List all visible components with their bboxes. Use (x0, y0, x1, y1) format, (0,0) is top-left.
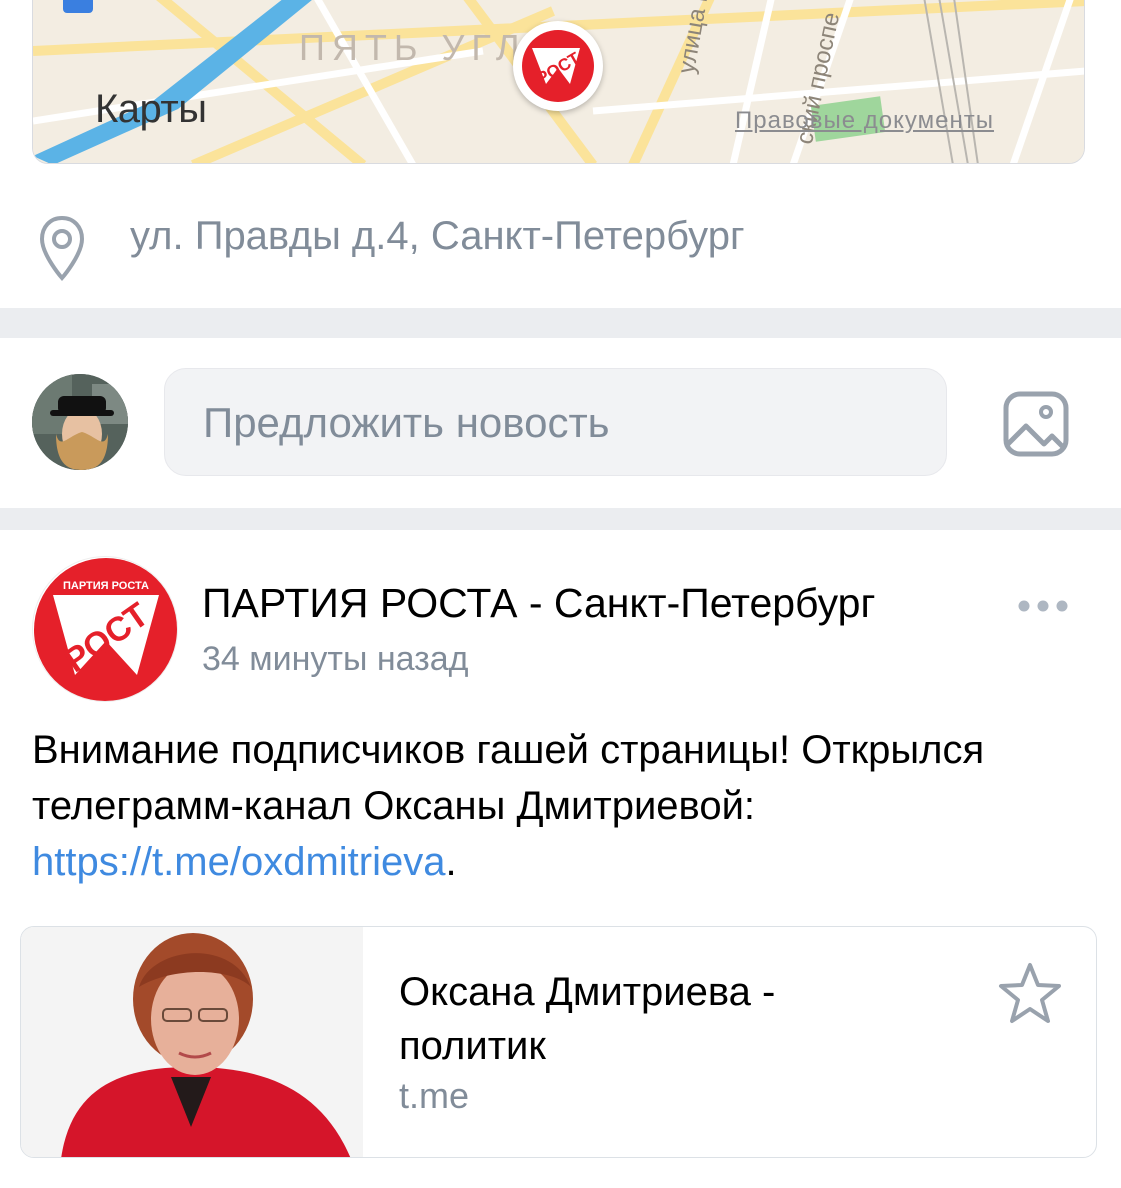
more-dots-icon[interactable] (1016, 596, 1070, 616)
group-avatar[interactable]: ПАРТИЯ РОСТА РОСТ (32, 556, 178, 702)
svg-text:ПАРТИЯ РОСТА: ПАРТИЯ РОСТА (63, 580, 149, 592)
link-preview-card[interactable]: Оксана Дмитриева - политик t.me (20, 926, 1097, 1158)
section-separator (0, 308, 1121, 338)
portrait-image (21, 927, 363, 1157)
link-domain: t.me (399, 1075, 470, 1116)
post-text-end: . (445, 840, 457, 884)
post-body: Внимание подписчиков гашей страницы! Отк… (32, 722, 1092, 890)
link-thumbnail (21, 927, 363, 1157)
suggest-news-placeholder: Предложить новость (203, 399, 610, 446)
map-pin-logo[interactable]: РОСТ (513, 21, 603, 111)
district-label: ПЯТЬ УГЛ (299, 27, 527, 68)
link-title: Оксана Дмитриева - политик (399, 970, 776, 1068)
rost-logo-icon: РОСТ (522, 30, 594, 102)
group-name-link[interactable]: ПАРТИЯ РОСТА - Санкт-Петербург (202, 580, 875, 627)
map-preview[interactable]: Карты ПЯТЬ УГЛ улица М ский проспе Право… (32, 0, 1085, 164)
telegram-link[interactable]: https://t.me/oxdmitrieva (32, 840, 445, 884)
suggest-news-input[interactable]: Предложить новость (164, 368, 947, 476)
location-pin-icon (39, 215, 85, 282)
post-timestamp[interactable]: 34 минуты назад (202, 640, 469, 679)
section-separator (0, 508, 1121, 530)
maps-label: Карты (95, 87, 207, 131)
address-text: ул. Правды д.4, Санкт-Петербург (130, 214, 745, 258)
post-text: Внимание подписчиков гашей страницы! Отк… (32, 728, 985, 828)
avatar-image (32, 374, 128, 470)
user-avatar[interactable] (32, 374, 128, 470)
address-row[interactable]: ул. Правды д.4, Санкт-Петербург (0, 196, 1121, 286)
legal-documents-link[interactable]: Правовые документы (735, 107, 994, 135)
image-icon[interactable] (1000, 388, 1072, 460)
rost-logo-icon: ПАРТИЯ РОСТА РОСТ (34, 558, 177, 701)
star-icon[interactable] (997, 961, 1063, 1025)
